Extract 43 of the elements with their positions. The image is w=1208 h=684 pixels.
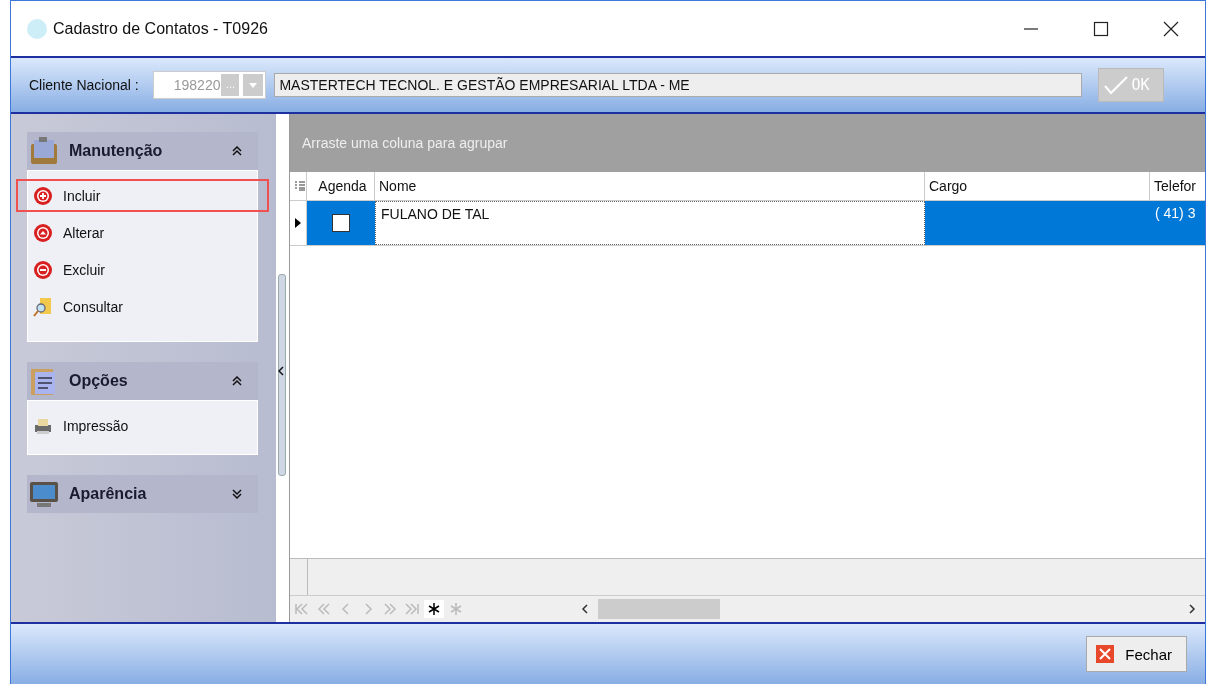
group-title: Aparência xyxy=(69,485,148,503)
caret-icon xyxy=(249,82,258,88)
group-header[interactable]: Aparência xyxy=(27,475,258,513)
chevron-icon[interactable] xyxy=(232,146,242,156)
group-panel-hint: Arraste uma coluna para agrupar xyxy=(302,135,508,151)
sidebar-item[interactable]: Incluir xyxy=(16,179,269,212)
maximize-icon[interactable] xyxy=(1093,20,1109,37)
checkbox[interactable] xyxy=(332,214,350,232)
column-header[interactable]: Nome xyxy=(375,172,925,200)
chevron-icon[interactable] xyxy=(232,489,242,499)
scroll-right-icon[interactable] xyxy=(1187,604,1197,614)
item-icon xyxy=(33,296,53,317)
group-title: Opções xyxy=(69,372,129,390)
group-header[interactable]: Manutenção xyxy=(27,132,258,170)
group-header[interactable]: Opções xyxy=(27,362,258,400)
column-chooser-icon[interactable] xyxy=(295,181,305,191)
close-button[interactable]: Fechar xyxy=(1086,636,1187,672)
item-icon xyxy=(33,222,53,243)
sidebar-item[interactable]: Excluir xyxy=(16,253,269,286)
row-indicator-icon xyxy=(295,218,301,228)
column-header[interactable]: Cargo xyxy=(925,172,1150,200)
item-icon xyxy=(33,259,53,280)
item-icon xyxy=(33,185,53,206)
chevron-icon[interactable] xyxy=(232,376,242,386)
table-cell: FULANO DE TAL xyxy=(381,206,490,222)
client-label: Cliente Nacional : xyxy=(29,77,139,93)
close-icon[interactable] xyxy=(1163,20,1179,37)
group-title: Manutenção xyxy=(69,142,164,160)
sidebar-item[interactable]: Consultar xyxy=(16,290,269,323)
column-header[interactable]: Agenda xyxy=(307,172,375,200)
asterisk-icon[interactable] xyxy=(424,600,444,618)
sidebar-item[interactable]: Alterar xyxy=(16,216,269,249)
check-icon xyxy=(1103,75,1130,95)
group-icon xyxy=(27,479,61,509)
close-icon xyxy=(1095,644,1116,664)
collapse-icon[interactable] xyxy=(278,366,284,376)
client-name-field[interactable]: MASTERTECH TECNOL. E GESTÃO EMPRESARIAL LTDA - ME xyxy=(274,73,1083,97)
app-icon xyxy=(25,16,49,41)
sidebar-item[interactable]: Impressão xyxy=(16,409,269,442)
window-title: Cadastro de Contatos - T0926 xyxy=(53,19,269,38)
table-cell: ( 41) 3 xyxy=(1155,205,1196,221)
scroll-left-icon[interactable] xyxy=(580,604,590,614)
column-header[interactable]: Telefor xyxy=(1150,172,1205,200)
